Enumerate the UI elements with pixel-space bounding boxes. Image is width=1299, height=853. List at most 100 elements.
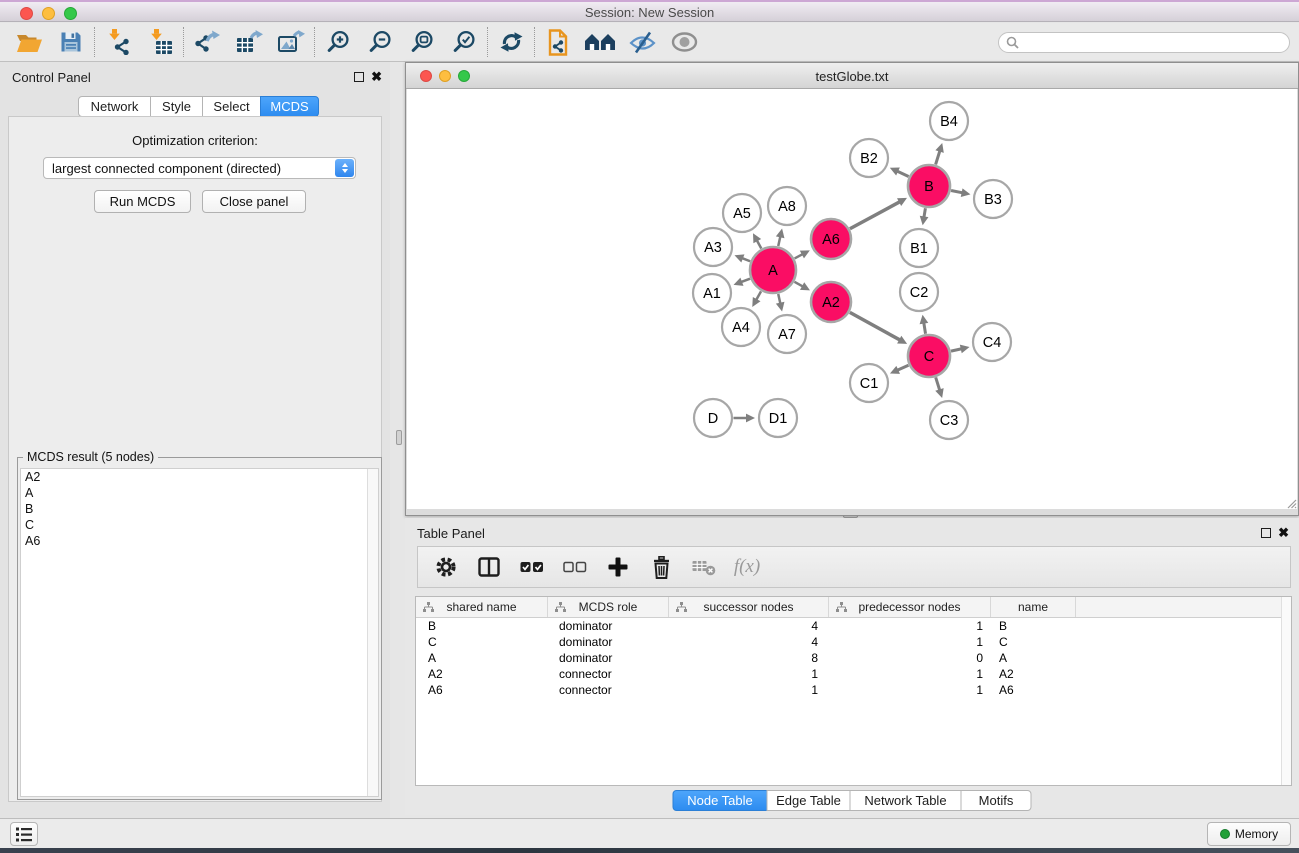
- graph-node-B2[interactable]: B2: [850, 139, 888, 177]
- new-network-from-selection-icon[interactable]: [541, 25, 575, 59]
- graph-node-A8[interactable]: A8: [768, 187, 806, 225]
- mcds-result-list[interactable]: A2ABCA6: [20, 468, 379, 797]
- cell-predecessor-nodes[interactable]: 1: [829, 634, 991, 650]
- graph-edge-C-C3[interactable]: [935, 377, 943, 398]
- graph-node-C4[interactable]: C4: [973, 323, 1011, 361]
- graph-node-B4[interactable]: B4: [930, 102, 968, 140]
- task-history-button[interactable]: [10, 822, 38, 846]
- graph-node-A7[interactable]: A7: [768, 315, 806, 353]
- close-panel-icon[interactable]: ✖: [371, 72, 382, 82]
- cell-mcds-role[interactable]: dominator: [548, 634, 669, 650]
- table-row[interactable]: A6connector11A6: [416, 682, 1291, 698]
- mcds-list-scrollbar[interactable]: [367, 469, 378, 796]
- cell-name[interactable]: A6: [991, 682, 1076, 698]
- tab-edge-table[interactable]: Edge Table: [767, 790, 851, 811]
- tab-motifs[interactable]: Motifs: [961, 790, 1032, 811]
- function-builder-icon[interactable]: f(x): [733, 553, 761, 581]
- graph-edge-A-A4[interactable]: [752, 291, 761, 307]
- tab-network-table[interactable]: Network Table: [850, 790, 962, 811]
- network-window-titlebar[interactable]: testGlobe.txt: [406, 63, 1298, 89]
- table-row[interactable]: A2connector11A2: [416, 666, 1291, 682]
- zoom-in-icon[interactable]: [321, 25, 355, 59]
- cell-predecessor-nodes[interactable]: 1: [829, 682, 991, 698]
- graph-edge-A-A7[interactable]: [776, 294, 785, 312]
- cell-mcds-role[interactable]: connector: [548, 682, 669, 698]
- import-network-icon[interactable]: [101, 25, 135, 59]
- graph-node-A2[interactable]: A2: [811, 282, 851, 322]
- vertical-splitter-handle[interactable]: [396, 430, 402, 445]
- export-table-icon[interactable]: [232, 25, 266, 59]
- search-input[interactable]: [998, 32, 1290, 53]
- graph-edge-C-C2[interactable]: [920, 315, 929, 334]
- graph-edge-B-B4[interactable]: [935, 143, 943, 165]
- mcds-result-item[interactable]: A6: [21, 533, 378, 549]
- mcds-result-item[interactable]: B: [21, 501, 378, 517]
- graph-node-A5[interactable]: A5: [723, 194, 761, 232]
- tab-network[interactable]: Network: [78, 96, 151, 117]
- cell-shared-name[interactable]: A6: [416, 682, 548, 698]
- gear-icon[interactable]: [432, 553, 460, 581]
- cell-successor-nodes[interactable]: 1: [669, 666, 829, 682]
- memory-button[interactable]: Memory: [1207, 822, 1291, 846]
- mcds-result-item[interactable]: A2: [21, 469, 378, 485]
- split-columns-icon[interactable]: [475, 553, 503, 581]
- graph-edge-A6-B[interactable]: [850, 198, 907, 229]
- graph-node-A3[interactable]: A3: [694, 228, 732, 266]
- graph-node-A1[interactable]: A1: [693, 274, 731, 312]
- cell-mcds-role[interactable]: dominator: [548, 650, 669, 666]
- graph-edge-A-A2[interactable]: [794, 282, 810, 291]
- cell-name[interactable]: A: [991, 650, 1076, 666]
- export-network-icon[interactable]: [190, 25, 224, 59]
- graph-edge-C-C4[interactable]: [951, 345, 970, 354]
- cell-name[interactable]: B: [991, 618, 1076, 634]
- graph-edge-A-A1[interactable]: [734, 278, 751, 286]
- cell-predecessor-nodes[interactable]: 0: [829, 650, 991, 666]
- graph-edge-A-A8[interactable]: [776, 228, 785, 246]
- graph-edge-D-D1[interactable]: [734, 414, 756, 423]
- add-column-icon[interactable]: [604, 553, 632, 581]
- cell-successor-nodes[interactable]: 1: [669, 682, 829, 698]
- select-all-checkboxes-icon[interactable]: [518, 553, 546, 581]
- refresh-icon[interactable]: [494, 25, 528, 59]
- deselect-all-checkboxes-icon[interactable]: [561, 553, 589, 581]
- graph-node-D1[interactable]: D1: [759, 399, 797, 437]
- graph-edge-B-B1[interactable]: [920, 208, 929, 225]
- cell-name[interactable]: A2: [991, 666, 1076, 682]
- close-panel-button[interactable]: Close panel: [202, 190, 306, 213]
- tab-style[interactable]: Style: [150, 96, 203, 117]
- network-canvas[interactable]: AA6A2BCA5A8A3A1A4A7B2B4B3B1C2C4C1C3DD1: [407, 89, 1297, 509]
- cell-predecessor-nodes[interactable]: 1: [829, 618, 991, 634]
- cell-successor-nodes[interactable]: 4: [669, 634, 829, 650]
- graph-node-C2[interactable]: C2: [900, 273, 938, 311]
- zoom-selected-icon[interactable]: [447, 25, 481, 59]
- resize-grip-icon[interactable]: [1285, 496, 1297, 514]
- float-panel-icon[interactable]: [354, 72, 364, 82]
- export-image-icon[interactable]: [274, 25, 308, 59]
- column-header-shared-name[interactable]: shared name: [416, 597, 548, 617]
- graph-node-D[interactable]: D: [694, 399, 732, 437]
- network-graph[interactable]: AA6A2BCA5A8A3A1A4A7B2B4B3B1C2C4C1C3DD1: [407, 89, 1299, 510]
- cell-shared-name[interactable]: A2: [416, 666, 548, 682]
- cell-mcds-role[interactable]: dominator: [548, 618, 669, 634]
- graph-node-C1[interactable]: C1: [850, 364, 888, 402]
- column-header-mcds-role[interactable]: MCDS role: [548, 597, 669, 617]
- column-header-name[interactable]: name: [991, 597, 1076, 617]
- cell-shared-name[interactable]: B: [416, 618, 548, 634]
- zoom-fit-icon[interactable]: [405, 25, 439, 59]
- table-row[interactable]: Adominator80A: [416, 650, 1291, 666]
- graph-node-A[interactable]: A: [750, 247, 796, 293]
- cell-predecessor-nodes[interactable]: 1: [829, 666, 991, 682]
- hide-graphics-details-icon[interactable]: [625, 25, 659, 59]
- first-neighbors-icon[interactable]: [583, 25, 617, 59]
- tab-mcds[interactable]: MCDS: [260, 96, 319, 117]
- mcds-result-item[interactable]: A: [21, 485, 378, 501]
- float-panel-icon[interactable]: [1261, 528, 1271, 538]
- criterion-select[interactable]: largest connected component (directed): [43, 157, 356, 179]
- graph-edge-B-B2[interactable]: [890, 168, 909, 177]
- graph-node-A6[interactable]: A6: [811, 219, 851, 259]
- graph-node-B1[interactable]: B1: [900, 229, 938, 267]
- cell-successor-nodes[interactable]: 4: [669, 618, 829, 634]
- import-table-icon[interactable]: [143, 25, 177, 59]
- close-panel-icon[interactable]: ✖: [1278, 528, 1289, 538]
- graph-edge-A2-C[interactable]: [850, 312, 907, 344]
